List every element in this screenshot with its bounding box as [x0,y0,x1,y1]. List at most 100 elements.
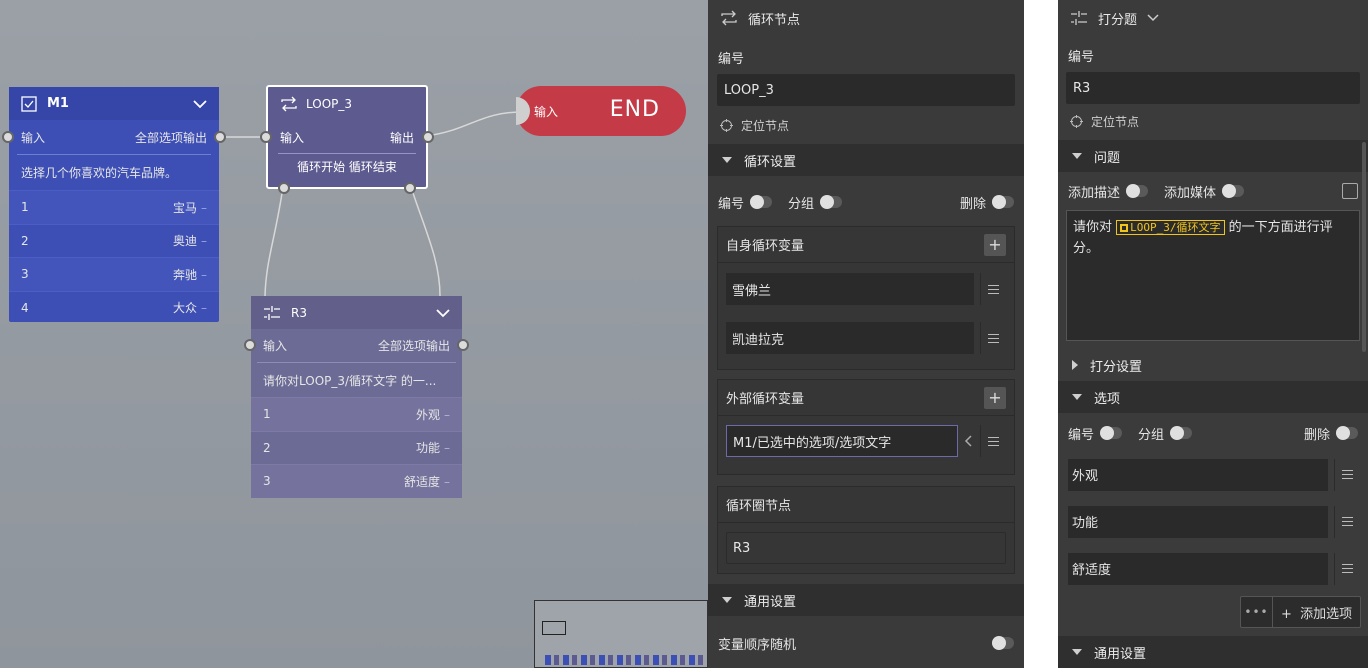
option-row[interactable]: 2 奥迪 – [9,223,219,258]
add-variable-button[interactable]: + [984,233,1006,256]
external-variable-input[interactable]: M1/已选中的选项/选项文字 [726,425,958,457]
node-m1-header[interactable]: M1 [9,87,219,120]
drag-handle-icon[interactable] [980,425,1006,457]
node-loop-io: 输入 输出 [260,121,434,153]
loop-start-port[interactable] [278,182,290,194]
drag-handle-icon[interactable] [980,273,1006,305]
end-label: END [609,97,660,122]
random-order-row: 变量顺序随机 [708,625,1024,661]
variable-input[interactable]: 雪佛兰 [726,273,974,305]
section-loop-settings[interactable]: 循环设置 [708,144,1024,176]
section-general-settings[interactable]: 通用设置 [708,584,1024,616]
question-editor[interactable]: 请你对 LOOP_3/循环文字 的一下方面进行评分。 [1066,210,1360,341]
variable-chip[interactable]: LOOP_3/循环文字 [1116,220,1225,235]
variable-row: 雪佛兰 [718,273,1014,305]
output-label: 全部选项输出 [134,130,207,145]
add-option-button[interactable]: + 添加选项 [1273,603,1360,622]
section-general-settings[interactable]: 通用设置 [1058,636,1368,668]
option-number: 3 [21,267,29,282]
option-row[interactable]: 3 奔驰 – [9,257,219,291]
option-row[interactable]: 1 外观 – [251,397,462,431]
option-row[interactable]: 3 舒适度 – [251,464,462,498]
section-question[interactable]: 问题 [1058,140,1368,172]
section-options[interactable]: 选项 [1058,381,1368,413]
add-description-label: 添加描述 [1068,185,1121,201]
loop-end-port[interactable] [404,182,416,194]
option-input[interactable]: 功能 [1068,505,1328,538]
toggle-delete[interactable] [992,195,1014,209]
node-r3-header[interactable]: R3 [251,296,462,329]
checkbox[interactable] [1342,183,1358,199]
drag-handle-icon[interactable] [1334,505,1360,538]
loop-nodes-box: 循环圈节点 R3 [717,486,1015,574]
flow-canvas[interactable]: M1 输入 全部选项输出 选择几个你喜欢的汽车品牌。 1 宝马 – 2 奥迪 – 3 奔驰… [0,0,708,668]
output-port[interactable] [457,339,469,351]
id-input[interactable]: R3 [1066,72,1360,104]
variable-chip-label: LOOP_3/循环文字 [1130,221,1221,234]
input-port[interactable] [260,131,272,143]
input-label: 输入 [21,130,46,145]
input-port[interactable] [244,339,256,351]
drag-handle-icon[interactable] [980,322,1006,354]
node-loop-header[interactable]: LOOP_3 [268,87,426,121]
drag-handle-icon[interactable] [1334,552,1360,585]
option-row: 功能 [1058,498,1368,545]
variable-input[interactable]: 凯迪拉克 [726,322,974,354]
option-row: 舒适度 [1058,545,1368,592]
toggle-group[interactable] [820,195,843,209]
minimap[interactable] [534,600,708,668]
option-row[interactable]: 4 大众 – [9,290,219,325]
scrollbar[interactable] [1362,142,1366,352]
locate-node-button[interactable]: 定位节点 [708,110,1024,140]
options-toggles: 编号 分组 删除 [1058,415,1368,451]
id-input[interactable]: LOOP_3 [717,74,1015,106]
input-label: 输入 [263,339,288,353]
section-score-settings[interactable]: 打分设置 [1058,349,1368,381]
chevron-down-icon[interactable] [1147,14,1159,22]
option-input[interactable]: 外观 [1068,458,1328,491]
minimap-viewport[interactable] [542,621,566,635]
end-input-port[interactable] [516,97,530,125]
input-port[interactable] [2,131,14,143]
output-port[interactable] [422,131,434,143]
toggle-number[interactable] [1100,426,1123,440]
locate-node-button[interactable]: 定位节点 [1058,106,1368,136]
option-number: 4 [21,300,29,315]
node-end[interactable]: 输入 END [516,86,686,136]
chevron-down-icon[interactable] [436,308,450,318]
node-m1[interactable]: M1 输入 全部选项输出 选择几个你喜欢的汽车品牌。 1 宝马 – 2 奥迪 – 3 奔驰… [2,87,226,325]
toggle-number-label: 编号 [718,196,745,212]
node-r3-title: R3 [291,305,307,320]
crosshair-icon [1070,114,1083,128]
node-m1-title: M1 [47,96,69,111]
option-number: 2 [21,233,29,248]
locate-node-label: 定位节点 [741,118,790,133]
id-label: 编号 [718,52,745,67]
section-label: 通用设置 [1094,646,1147,662]
node-r3-description: 请你对LOOP_3/循环文字 的一... [257,362,456,397]
node-loop-title: LOOP_3 [306,97,353,111]
toggle-add-description[interactable] [1126,184,1149,198]
toggle-add-media[interactable] [1222,184,1245,198]
option-input[interactable]: 舒适度 [1068,552,1328,585]
toggle-group[interactable] [1170,426,1193,440]
drag-handle-icon[interactable] [1334,458,1360,491]
own-vars-title: 自身循环变量 [726,239,805,254]
add-external-variable-button[interactable]: + [984,386,1006,409]
option-row: 外观 [1058,451,1368,498]
toggle-number[interactable] [750,195,773,209]
panel-title[interactable]: 打分题 [1058,0,1368,36]
chevron-down-icon[interactable] [193,99,207,109]
option-row[interactable]: 1 宝马 – [9,190,219,224]
output-port[interactable] [214,131,226,143]
loop-node-field[interactable]: R3 [726,532,1006,564]
chevron-left-icon[interactable] [964,435,974,447]
node-r3[interactable]: R3 输入 全部选项输出 请你对LOOP_3/循环文字 的一... 1 外观 – 2… [244,296,469,498]
node-loop[interactable]: LOOP_3 输入 输出 循环开始 循环结束 [260,85,434,194]
option-row[interactable]: 2 功能 – [251,430,462,465]
toggle-delete[interactable] [1336,426,1358,440]
toggle-random-order[interactable] [992,636,1014,650]
more-icon[interactable]: ••• [1241,597,1273,627]
crosshair-icon [720,118,733,132]
caret-right-icon [1072,360,1078,370]
